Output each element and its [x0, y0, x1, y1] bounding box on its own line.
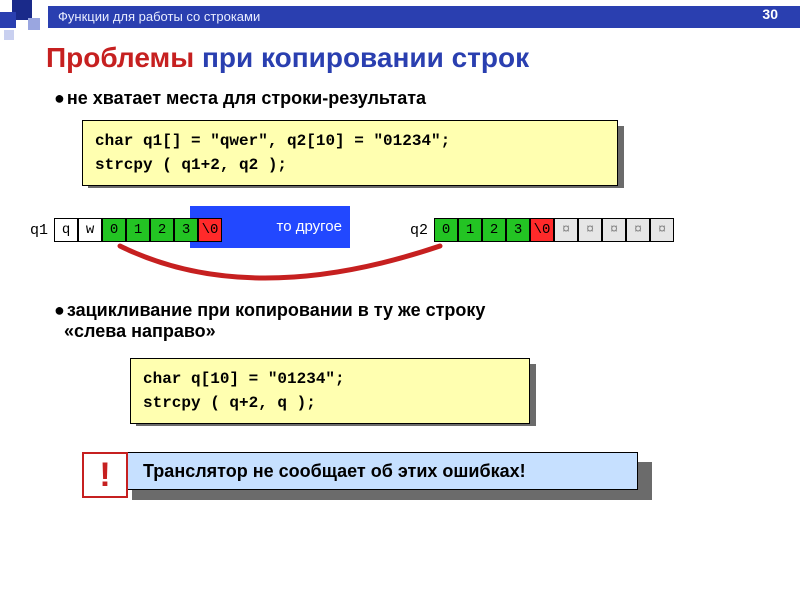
q2-cell-9: ¤ [650, 218, 674, 242]
q2-label: q2 [410, 222, 428, 239]
q1-cell-6: \0 [198, 218, 222, 242]
q2-cell-3: 3 [506, 218, 530, 242]
overflow-arrow [100, 240, 500, 300]
codebox-1: char q1[] = "qwer", q2[10] = "01234"; st… [82, 120, 618, 186]
q1-label: q1 [30, 222, 48, 239]
breadcrumb: Функции для работы со строками [48, 6, 800, 28]
q1-cell-1: w [78, 218, 102, 242]
q2-cell-0: 0 [434, 218, 458, 242]
codebox-2: char q[10] = "01234"; strcpy ( q+2, q ); [130, 358, 530, 424]
q1-cell-5: 3 [174, 218, 198, 242]
title-rest: при копировании строк [194, 42, 529, 73]
q2-cell-1: 1 [458, 218, 482, 242]
warning-text: Транслятор не сообщает об этих ошибках! [118, 452, 638, 490]
corner-decoration [0, 0, 46, 46]
q1-cell-0: q [54, 218, 78, 242]
memory-row-q2: q2 0123\0¤¤¤¤¤ [410, 218, 674, 242]
q2-cell-6: ¤ [578, 218, 602, 242]
q2-cell-5: ¤ [554, 218, 578, 242]
q2-cell-4: \0 [530, 218, 554, 242]
q1-cell-4: 2 [150, 218, 174, 242]
warning-block: ! Транслятор не сообщает об этих ошибках… [82, 452, 638, 498]
page-title: Проблемы при копировании строк [46, 42, 529, 74]
memory-row-q1: q1 qw0123\0 [30, 218, 222, 242]
title-problem: Проблемы [46, 42, 194, 73]
bullet-1: ●не хватает места для строки-результата [54, 88, 426, 109]
bullet-2: ●зацикливание при копировании в ту же ст… [54, 300, 754, 342]
page-number: 30 [762, 6, 778, 22]
q2-cell-2: 2 [482, 218, 506, 242]
q2-cell-8: ¤ [626, 218, 650, 242]
q1-cell-2: 0 [102, 218, 126, 242]
warning-badge: ! [82, 452, 128, 498]
q2-cell-7: ¤ [602, 218, 626, 242]
q1-cell-3: 1 [126, 218, 150, 242]
